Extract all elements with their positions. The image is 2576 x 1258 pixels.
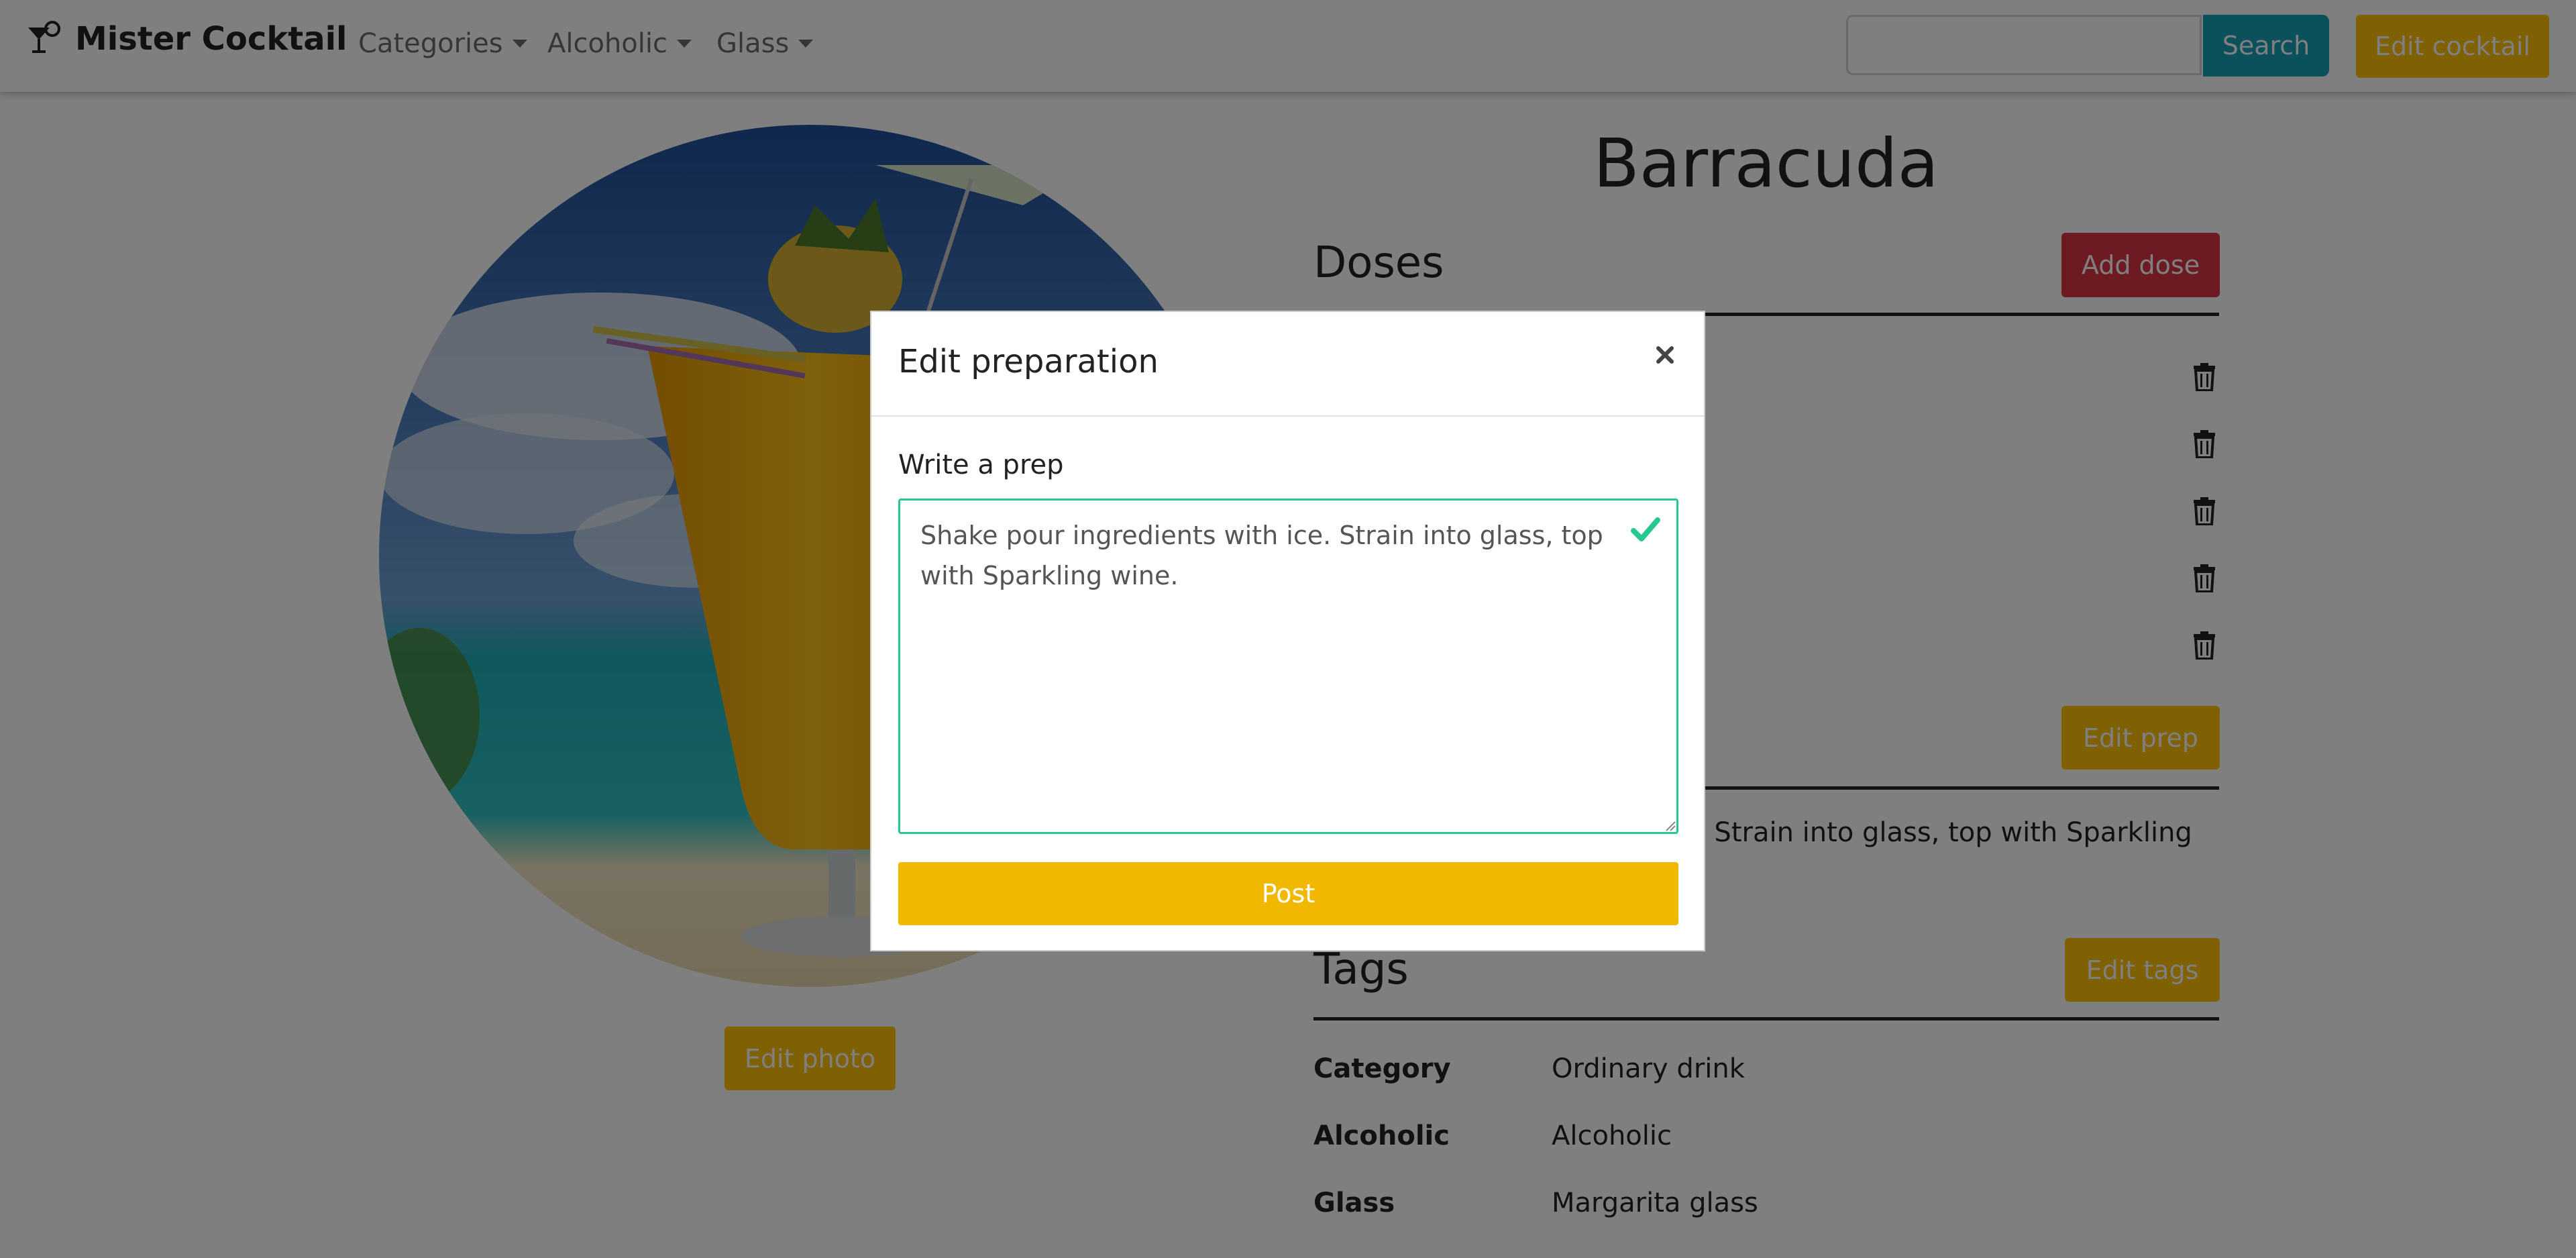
edit-preparation-modal: Edit preparation Write a prep Shake pour… xyxy=(870,311,1705,951)
checkmark-icon xyxy=(1631,517,1660,541)
close-icon[interactable] xyxy=(1652,342,1678,368)
prep-textarea[interactable]: Shake pour ingredients with ice. Strain … xyxy=(898,499,1678,834)
post-button[interactable]: Post xyxy=(898,862,1678,925)
modal-header: Edit preparation xyxy=(871,312,1704,417)
resize-handle-icon[interactable] xyxy=(1665,821,1676,831)
prep-field-label: Write a prep xyxy=(898,450,1064,480)
modal-title: Edit preparation xyxy=(898,343,1159,380)
